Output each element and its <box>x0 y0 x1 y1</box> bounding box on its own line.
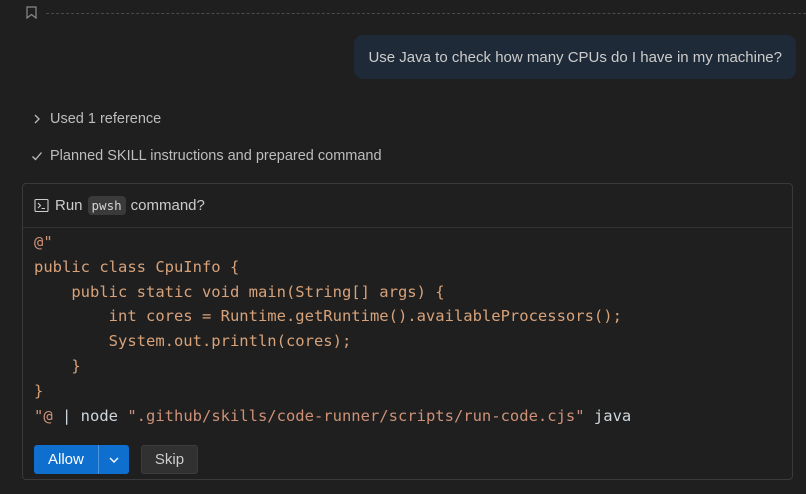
code-line: "@ | node ".github/skills/code-runner/sc… <box>34 406 632 425</box>
check-icon <box>32 152 42 161</box>
divider <box>46 13 806 14</box>
planned-step-label: Planned SKILL instructions and prepared … <box>50 148 382 164</box>
confirmation-actions: Allow Skip <box>34 445 199 474</box>
allow-button[interactable]: Allow <box>34 451 98 468</box>
user-message-bubble: Use Java to check how many CPUs do I hav… <box>354 35 796 79</box>
command-code-block: @" public class CpuInfo { public static v… <box>34 230 782 428</box>
chevron-right-icon <box>34 114 40 124</box>
used-reference-label: Used 1 reference <box>50 111 162 127</box>
allow-split-button: Allow <box>34 445 129 474</box>
bookmark-icon[interactable] <box>26 6 37 19</box>
run-command-confirmation: Run pwsh command? @" public class CpuInfo… <box>22 183 793 480</box>
confirmation-prefix: Run <box>55 197 83 214</box>
code-line: int cores = Runtime.getRuntime().availab… <box>34 307 622 326</box>
allow-options-dropdown[interactable] <box>99 445 129 474</box>
code-line: System.out.println(cores); <box>34 332 352 351</box>
terminal-icon <box>34 198 49 213</box>
confirmation-header: Run pwsh command? <box>23 184 792 228</box>
code-line: public static void main(String[] args) { <box>34 282 445 301</box>
code-line: public class CpuInfo { <box>34 257 240 276</box>
confirmation-suffix: command? <box>130 197 205 214</box>
code-line: } <box>34 356 81 375</box>
planned-step: Planned SKILL instructions and prepared … <box>30 148 382 164</box>
code-line: @" <box>34 233 53 251</box>
chat-top-bar <box>0 0 806 28</box>
user-message-text: Use Java to check how many CPUs do I hav… <box>368 48 782 66</box>
skip-button[interactable]: Skip <box>140 445 199 474</box>
used-reference-toggle[interactable]: Used 1 reference <box>30 111 161 127</box>
chevron-down-icon <box>109 457 119 463</box>
shell-name-badge: pwsh <box>87 196 126 215</box>
code-line: } <box>34 381 44 400</box>
